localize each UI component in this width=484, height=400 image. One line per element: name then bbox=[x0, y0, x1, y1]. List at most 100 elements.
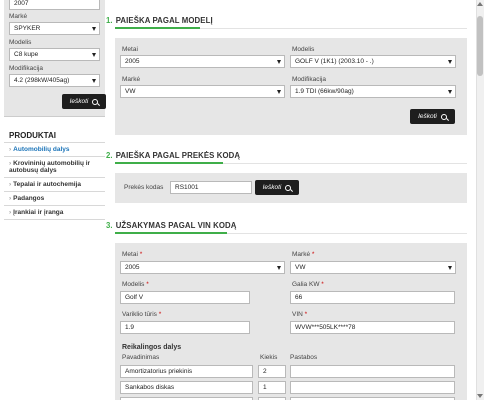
year-label: Metai bbox=[122, 46, 138, 53]
vin-power-label-text: Galia KW bbox=[292, 281, 320, 288]
col-qty-header: Kiekis bbox=[260, 354, 278, 361]
code-input[interactable]: RS1001 bbox=[170, 181, 252, 194]
sidebar-item-label: Įrankiai ir įranga bbox=[13, 209, 64, 216]
vin-model-value: Golf V bbox=[125, 294, 144, 301]
scroll-down-icon[interactable] bbox=[477, 394, 483, 398]
sidebar-search-label: Ieškoti bbox=[69, 98, 89, 105]
vin-model-input[interactable]: Golf V bbox=[120, 291, 250, 304]
part-qty-input[interactable]: 2 bbox=[258, 365, 286, 378]
vin-code-label: VIN * bbox=[292, 311, 307, 318]
model-search-label: Ieškoti bbox=[418, 113, 437, 120]
sidebar-year-value: 2007 bbox=[14, 0, 29, 7]
model-value: GOLF V (1K1) (2003.10 - .) bbox=[295, 58, 374, 65]
chevron-down-icon bbox=[448, 266, 452, 270]
products-menu: › Automobilių dalys › Krovininių automobil… bbox=[4, 142, 105, 220]
required-mark: * bbox=[311, 251, 315, 258]
sidebar-make-value: SPYKER bbox=[14, 25, 41, 32]
vin-make-label: Markė * bbox=[292, 251, 314, 258]
chevron-down-icon bbox=[277, 266, 281, 270]
code-search-button[interactable]: Ieškoti bbox=[255, 180, 299, 195]
col-note-header: Pastabos bbox=[290, 354, 318, 361]
section3-title: 3. UŽSAKYMAS PAGAL VIN KODĄ bbox=[106, 221, 237, 230]
vin-power-input[interactable]: 66 bbox=[290, 291, 455, 304]
vin-order-panel: Metai * 2005 Markė * VW Modelis * Golf V… bbox=[115, 243, 467, 400]
search-icon bbox=[285, 184, 292, 191]
scroll-up-icon[interactable] bbox=[477, 2, 483, 6]
modification-value: 1.9 TDI (66kw/90ag) bbox=[295, 88, 354, 95]
make-select[interactable]: VW bbox=[120, 85, 285, 98]
section1-title: 1. PAIEŠKA PAGAL MODELĮ bbox=[106, 16, 213, 25]
code-label: Prekės kodas bbox=[124, 184, 164, 191]
code-search-label: Ieškoti bbox=[262, 184, 282, 191]
sidebar-model-label: Modelis bbox=[9, 39, 32, 46]
sidebar-mod-value: 4.2 (298kW/405ag) bbox=[14, 77, 70, 84]
section2-underline bbox=[115, 162, 223, 164]
section2-title: 2. PAIEŠKA PAGAL PREKĖS KODĄ bbox=[106, 151, 240, 160]
part-qty-input[interactable]: 1 bbox=[258, 381, 286, 394]
vin-year-value: 2005 bbox=[125, 264, 140, 271]
make-value: VW bbox=[125, 88, 136, 95]
model-search-panel: Metai 2005 Modelis GOLF V (1K1) (2003.10… bbox=[115, 38, 467, 135]
year-value: 2005 bbox=[125, 58, 140, 65]
chevron-down-icon bbox=[92, 53, 96, 57]
vin-engine-input[interactable]: 1.9 bbox=[120, 321, 250, 334]
sidebar-item-automobiliu-dalys[interactable]: › Automobilių dalys bbox=[4, 142, 105, 156]
section1-title-text: PAIEŠKA PAGAL MODELĮ bbox=[115, 16, 213, 25]
sidebar-item-irankiai[interactable]: › Įrankiai ir įranga bbox=[4, 205, 105, 220]
modification-select[interactable]: 1.9 TDI (66kw/90ag) bbox=[290, 85, 456, 98]
scrollbar-thumb[interactable] bbox=[477, 16, 483, 76]
chevron-right-icon: › bbox=[9, 146, 12, 153]
section1-underline bbox=[115, 27, 200, 29]
chevron-down-icon bbox=[448, 90, 452, 94]
sidebar-model-select[interactable]: C8 kupe bbox=[9, 48, 100, 61]
make-label: Markė bbox=[122, 76, 141, 83]
vin-code-input[interactable]: WVW***505LK****78 bbox=[290, 321, 455, 334]
vin-engine-value: 1.9 bbox=[125, 324, 135, 331]
required-mark: * bbox=[321, 281, 324, 288]
chevron-right-icon: › bbox=[9, 181, 12, 188]
vin-make-label-text: Markė bbox=[292, 251, 311, 258]
sidebar-mod-select[interactable]: 4.2 (298kW/405ag) bbox=[9, 74, 100, 87]
sidebar-mod-label: Modifikacija bbox=[9, 65, 43, 72]
vin-make-select[interactable]: VW bbox=[290, 261, 456, 274]
modification-label: Modifikacija bbox=[292, 76, 326, 83]
sidebar-vehicle-filter: 2007 Markė SPYKER Modelis C8 kupe Modifi… bbox=[4, 0, 106, 117]
sidebar-model-value: C8 kupe bbox=[14, 51, 39, 58]
vin-engine-label: Variklio tūris * bbox=[122, 311, 161, 318]
part-note-input[interactable] bbox=[290, 381, 455, 394]
chevron-down-icon bbox=[92, 79, 96, 83]
chevron-down-icon bbox=[92, 27, 96, 31]
required-mark: * bbox=[158, 311, 162, 318]
sidebar-item-label: Padangos bbox=[13, 195, 45, 202]
section2-number: 2. bbox=[106, 151, 113, 160]
search-icon bbox=[440, 113, 447, 120]
part-name-input[interactable]: Amortizatorius priekinis bbox=[120, 365, 253, 378]
part-qty-value: 2 bbox=[263, 368, 267, 375]
sidebar-item-tepalai[interactable]: › Tepalai ir autochemija bbox=[4, 177, 105, 191]
part-note-input[interactable] bbox=[290, 365, 455, 378]
section3-title-text: UŽSAKYMAS PAGAL VIN KODĄ bbox=[115, 221, 237, 230]
sidebar-item-label: Automobilių dalys bbox=[13, 146, 70, 153]
sidebar-make-select[interactable]: SPYKER bbox=[9, 22, 100, 35]
sidebar-item-padangos[interactable]: › Padangos bbox=[4, 191, 105, 205]
part-name-input[interactable]: Sankabos diskas bbox=[120, 381, 253, 394]
section1-number: 1. bbox=[106, 16, 113, 25]
part-name-value: Amortizatorius priekinis bbox=[125, 368, 193, 375]
chevron-down-icon bbox=[448, 60, 452, 64]
page-scrollbar[interactable] bbox=[476, 0, 484, 400]
parts-title: Reikalingos dalys bbox=[122, 344, 182, 351]
code-value: RS1001 bbox=[175, 184, 199, 191]
sidebar-search-button[interactable]: Ieškoti bbox=[62, 94, 106, 109]
sidebar-make-label: Markė bbox=[9, 13, 28, 20]
chevron-right-icon: › bbox=[9, 160, 12, 167]
sidebar-year-select[interactable]: 2007 bbox=[9, 0, 100, 10]
vin-year-select[interactable]: 2005 bbox=[120, 261, 285, 274]
model-search-button[interactable]: Ieškoti bbox=[410, 109, 455, 124]
vin-year-label-text: Metai bbox=[122, 251, 138, 258]
model-label: Modelis bbox=[292, 46, 315, 53]
model-select[interactable]: GOLF V (1K1) (2003.10 - .) bbox=[290, 55, 456, 68]
year-select[interactable]: 2005 bbox=[120, 55, 285, 68]
code-search-panel: Prekės kodas RS1001 Ieškoti bbox=[115, 173, 467, 203]
sidebar-item-kroviniu-dalys[interactable]: › Krovininių automobilių ir autobusų daly… bbox=[4, 156, 105, 177]
sidebar-item-label: Krovininių automobilių ir autobusų dalys bbox=[9, 160, 91, 174]
